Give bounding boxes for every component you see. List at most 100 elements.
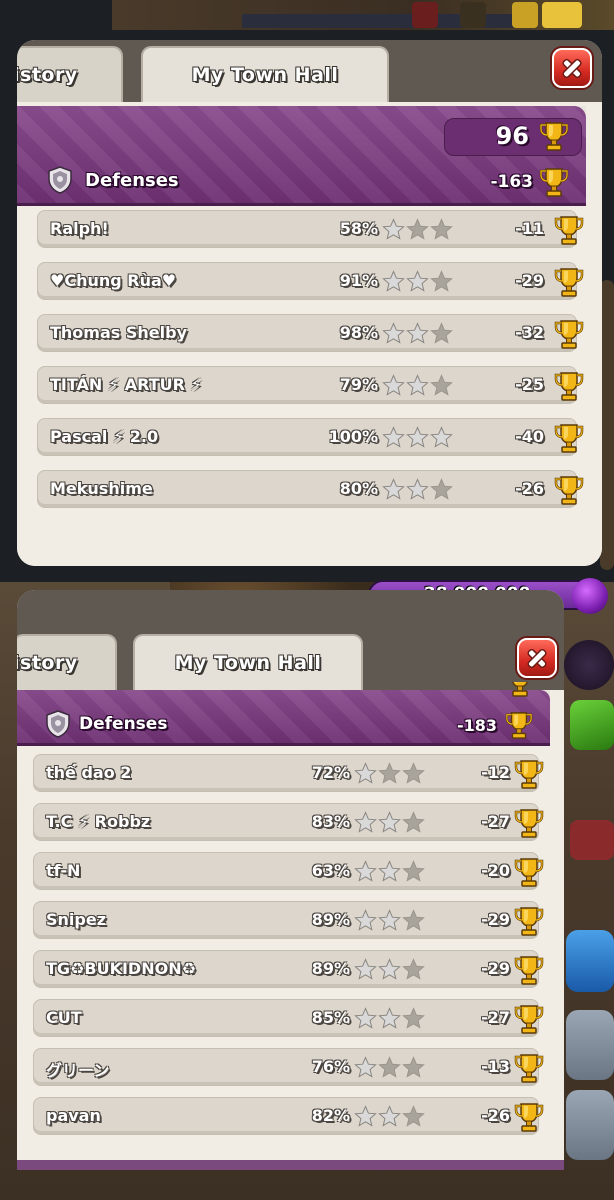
defense-row[interactable]: T.C ⚡ Robbz 83% -27 (33, 803, 544, 841)
settings-gear-icon[interactable] (566, 1090, 614, 1160)
star-filled-icon (406, 375, 429, 396)
trophy-icon (505, 711, 533, 740)
trophy-change: -32 (515, 323, 544, 342)
destruction-percent: 100% (328, 427, 378, 446)
defense-row[interactable]: TITÁN ⚡ ARTUR ⚡ 79% -25 (37, 366, 584, 404)
trophy-change: -29 (481, 910, 510, 929)
star-empty-icon (402, 910, 425, 931)
star-filled-icon (354, 1106, 377, 1127)
trophy-icon (514, 906, 544, 937)
tab-history[interactable]: istory (17, 46, 123, 106)
star-empty-icon (402, 1106, 425, 1127)
trophy-icon (514, 955, 544, 986)
star-filled-icon (378, 1106, 401, 1127)
attacker-name: Ralph! (50, 219, 109, 238)
destruction-percent: 82% (311, 1106, 350, 1125)
destruction-percent: 63% (311, 861, 350, 880)
star-empty-icon (402, 1008, 425, 1029)
star-empty-icon (402, 1057, 425, 1078)
trophy-icon (514, 1102, 544, 1133)
trophy-total: 96 (495, 122, 529, 150)
star-empty-icon (402, 959, 425, 980)
star-filled-icon (354, 1008, 377, 1029)
defense-row[interactable]: CUT 85% -27 (33, 999, 544, 1037)
attacker-name: Thomas Shelby (50, 323, 187, 342)
star-rating (354, 1007, 425, 1031)
trophy-change: -25 (515, 375, 544, 394)
trophy-change: -13 (481, 1057, 510, 1076)
defense-row[interactable]: グリーン 76% -13 (33, 1048, 544, 1086)
close-button[interactable] (517, 638, 557, 678)
background-decoration (412, 2, 438, 28)
destruction-percent: 91% (339, 271, 378, 290)
star-filled-icon (378, 959, 401, 980)
defense-row[interactable]: Pascal ⚡ 2.0 100% -40 (37, 418, 584, 456)
destruction-percent: 79% (339, 375, 378, 394)
star-rating (382, 426, 453, 450)
star-filled-icon (354, 812, 377, 833)
defense-row[interactable]: ♥Chung Rùa♥ 91% -29 (37, 262, 584, 300)
star-empty-icon (402, 763, 425, 784)
star-rating (354, 958, 425, 982)
star-rating (382, 270, 453, 294)
star-empty-icon (378, 763, 401, 784)
trophy-icon (554, 319, 584, 350)
trophy-icon (554, 475, 584, 506)
destruction-percent: 72% (311, 763, 350, 782)
trophy-change: -11 (515, 219, 544, 238)
trophy-icon (554, 423, 584, 454)
defense-row[interactable]: thế dao 2 72% -12 (33, 754, 544, 792)
star-filled-icon (382, 479, 405, 500)
close-button[interactable] (552, 48, 592, 88)
tab-my-town-hall[interactable]: My Town Hall (133, 634, 363, 694)
star-rating (354, 762, 425, 786)
defense-row[interactable]: TG♻BUKIDNON♻ 89% -29 (33, 950, 544, 988)
destruction-percent: 89% (311, 959, 350, 978)
defense-row[interactable]: Mekushime 80% -26 (37, 470, 584, 508)
star-filled-icon (406, 271, 429, 292)
defense-row[interactable]: Ralph! 58% -11 (37, 210, 584, 248)
star-filled-icon (378, 812, 401, 833)
attacker-name: tf-N (46, 861, 81, 880)
trophy-icon (514, 759, 544, 790)
star-filled-icon (354, 910, 377, 931)
star-empty-icon (402, 861, 425, 882)
star-rating (382, 218, 453, 242)
destruction-percent: 76% (311, 1057, 350, 1076)
defense-row[interactable]: Thomas Shelby 98% -32 (37, 314, 584, 352)
attacker-name: CUT (46, 1008, 82, 1027)
star-rating (354, 811, 425, 835)
attacker-name: thế dao 2 (46, 763, 132, 782)
star-rating (382, 322, 453, 346)
attacker-name: Snipez (46, 910, 107, 929)
trophy-change: -20 (481, 861, 510, 880)
attacker-name: TG♻BUKIDNON♻ (46, 959, 196, 978)
defense-row[interactable]: Snipez 89% -29 (33, 901, 544, 939)
tab-my-town-hall[interactable]: My Town Hall (141, 46, 389, 106)
defense-row[interactable]: tf-N 63% -20 (33, 852, 544, 890)
star-empty-icon (378, 1057, 401, 1078)
background-decoration (512, 2, 538, 28)
defense-row[interactable]: pavan 82% -26 (33, 1097, 544, 1135)
destruction-percent: 58% (339, 219, 378, 238)
star-filled-icon (354, 1057, 377, 1078)
tab-my-town-hall-label: My Town Hall (174, 652, 322, 674)
defenses-label: Defenses (79, 714, 168, 734)
star-filled-icon (354, 861, 377, 882)
star-filled-icon (382, 271, 405, 292)
trophy-icon (554, 267, 584, 298)
star-filled-icon (354, 763, 377, 784)
trophy-icon (539, 121, 569, 152)
star-empty-icon (406, 219, 429, 240)
trophy-change: -12 (481, 763, 510, 782)
attacker-name: T.C ⚡ Robbz (46, 812, 151, 831)
game-background-top (112, 0, 614, 30)
trophy-icon (505, 682, 535, 698)
star-empty-icon (430, 375, 453, 396)
star-filled-icon (382, 219, 405, 240)
star-empty-icon (430, 479, 453, 500)
tab-history[interactable]: istory (17, 634, 117, 694)
star-empty-icon (430, 323, 453, 344)
tab-my-town-hall-label: My Town Hall (191, 64, 339, 86)
background-decoration (566, 930, 614, 992)
